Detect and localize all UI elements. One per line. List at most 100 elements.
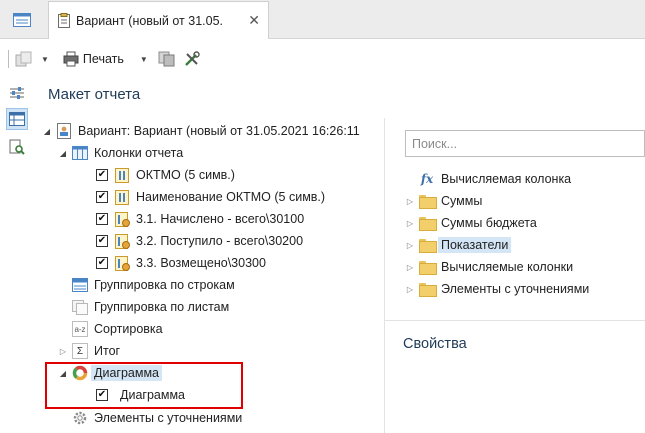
collapsed-arrow-icon[interactable]: ▷	[58, 347, 68, 356]
tree-node-computed-column[interactable]: fx Вычисляемая колонка	[419, 168, 571, 190]
tree-node-folder[interactable]: ▷ Элементы с уточнениями	[405, 278, 589, 300]
tree-node-columns[interactable]: ◢ Колонки отчета	[58, 142, 183, 164]
tab-variant[interactable]: Вариант (новый от 31.05. ✕	[48, 1, 269, 39]
properties-title: Свойства	[403, 336, 467, 352]
folder-icon	[419, 283, 437, 297]
print-dropdown-icon[interactable]: ▼	[140, 55, 148, 64]
tree-node-variant[interactable]: ◢ Вариант: Вариант (новый от 31.05.2021 …	[42, 120, 360, 142]
tree-label: Группировка по листам	[94, 300, 230, 314]
tree-label: Вычисляемые колонки	[441, 260, 574, 274]
report-stack-icon	[158, 51, 175, 67]
tree-label: Вариант: Вариант (новый от 31.05.2021 16…	[78, 124, 360, 138]
horizontal-splitter[interactable]	[385, 320, 645, 321]
tree-node-folder[interactable]: ▷ Суммы бюджета	[405, 212, 537, 234]
document-search-icon	[9, 139, 25, 155]
tree-label: 3.1. Начислено - всего\30100	[136, 212, 305, 226]
expanded-arrow-icon[interactable]: ◢	[42, 127, 52, 136]
toolbar-divider	[8, 50, 9, 68]
gear-icon	[72, 410, 88, 426]
sliders-icon	[10, 87, 24, 99]
tree-node-column[interactable]: ✔ ОКТМО (5 симв.)	[96, 164, 235, 186]
tree-label: 3.3. Возмещено\30300	[136, 256, 266, 270]
tree-node-refinements[interactable]: Элементы с уточнениями	[72, 407, 242, 429]
copy-icon	[15, 51, 32, 67]
tree-label: Группировка по строкам	[94, 278, 235, 292]
tree-label: Суммы	[441, 194, 483, 208]
search-input[interactable]	[412, 136, 644, 151]
left-rail	[0, 79, 34, 433]
tools-icon	[184, 51, 200, 66]
column-checkbox[interactable]: ✔	[96, 191, 108, 203]
toolbar: ▼ Печать ▼	[0, 39, 645, 79]
tree-node-column[interactable]: ✔ 3.1. Начислено - всего\30100	[96, 208, 304, 230]
variant-document-icon	[56, 123, 72, 139]
tree-label: Показатели	[438, 237, 512, 253]
collapsed-arrow-icon[interactable]: ▷	[405, 263, 415, 272]
search-field[interactable]	[405, 130, 645, 157]
tree-label: Вычисляемая колонка	[441, 172, 572, 186]
highlight-frame	[45, 362, 243, 409]
collapsed-arrow-icon[interactable]: ▷	[405, 241, 415, 250]
collapsed-arrow-icon[interactable]: ▷	[405, 285, 415, 294]
column-checkbox[interactable]: ✔	[96, 213, 108, 225]
tree-node-column[interactable]: ✔ 3.2. Поступило - всего\30200	[96, 230, 303, 252]
layout-table-icon	[9, 112, 25, 126]
preview-button[interactable]	[6, 136, 28, 158]
columns-table-icon	[72, 145, 88, 161]
tree-label: Итог	[94, 344, 121, 358]
tree-label: Элементы с уточнениями	[94, 411, 243, 425]
tree-node-folder[interactable]: ▷ Показатели	[405, 234, 512, 256]
report-settings-button[interactable]	[158, 47, 176, 71]
tree-label: Элементы с уточнениями	[441, 282, 590, 296]
tree-node-column[interactable]: ✔ 3.3. Возмещено\30300	[96, 252, 266, 274]
money-column-icon	[114, 233, 130, 249]
column-checkbox[interactable]: ✔	[96, 235, 108, 247]
sort-az-icon: a-z	[72, 321, 88, 337]
tools-button[interactable]	[184, 47, 200, 71]
settings-sliders-button[interactable]	[6, 82, 28, 104]
tree-label: Колонки отчета	[94, 146, 184, 160]
tree-node-folder[interactable]: ▷ Вычисляемые колонки	[405, 256, 573, 278]
tab-strip: Вариант (новый от 31.05. ✕	[0, 0, 645, 39]
collapsed-arrow-icon[interactable]: ▷	[405, 197, 415, 206]
tree-node-sort[interactable]: a-z Сортировка	[72, 318, 163, 340]
copy-button[interactable]: ▼	[15, 47, 49, 71]
folder-icon	[419, 239, 437, 253]
report-document-icon	[58, 13, 70, 28]
tree-node-folder[interactable]: ▷ Суммы	[405, 190, 482, 212]
expanded-arrow-icon[interactable]: ◢	[58, 149, 68, 158]
sum-icon: Σ	[72, 343, 88, 359]
chevron-down-icon[interactable]: ▼	[41, 55, 49, 64]
folder-icon	[419, 195, 437, 209]
tab-title: Вариант (новый от 31.05.	[76, 13, 224, 28]
column-icon	[114, 189, 130, 205]
tree-node-group-rows[interactable]: Группировка по строкам	[72, 274, 235, 296]
column-icon	[114, 167, 130, 183]
tree-node-total[interactable]: ▷ Σ Итог	[58, 340, 120, 362]
money-column-icon	[114, 255, 130, 271]
group-rows-icon	[72, 277, 88, 293]
money-column-icon	[114, 211, 130, 227]
tree-label: Суммы бюджета	[441, 216, 537, 230]
print-label: Печать	[82, 52, 124, 66]
folder-icon	[419, 217, 437, 231]
layout-view-button[interactable]	[6, 108, 28, 130]
tree-node-group-sheets[interactable]: Группировка по листам	[72, 296, 229, 318]
tree-label: ОКТМО (5 симв.)	[136, 168, 235, 182]
group-sheets-icon	[72, 299, 88, 315]
printer-icon	[63, 51, 79, 67]
panel-title: Макет отчета	[48, 86, 141, 103]
function-icon: fx	[420, 172, 434, 186]
folder-icon	[419, 261, 437, 275]
tree-node-column[interactable]: ✔ Наименование ОКТМО (5 симв.)	[96, 186, 325, 208]
tree-label: Сортировка	[94, 322, 163, 336]
tree-label: Наименование ОКТМО (5 симв.)	[136, 190, 326, 204]
print-button[interactable]: Печать ▼	[63, 47, 148, 71]
collapsed-arrow-icon[interactable]: ▷	[405, 219, 415, 228]
home-tab[interactable]	[0, 0, 44, 39]
close-icon[interactable]: ✕	[248, 13, 260, 27]
vertical-splitter[interactable]	[384, 118, 385, 433]
window-list-icon	[13, 12, 31, 27]
column-checkbox[interactable]: ✔	[96, 169, 108, 181]
column-checkbox[interactable]: ✔	[96, 257, 108, 269]
